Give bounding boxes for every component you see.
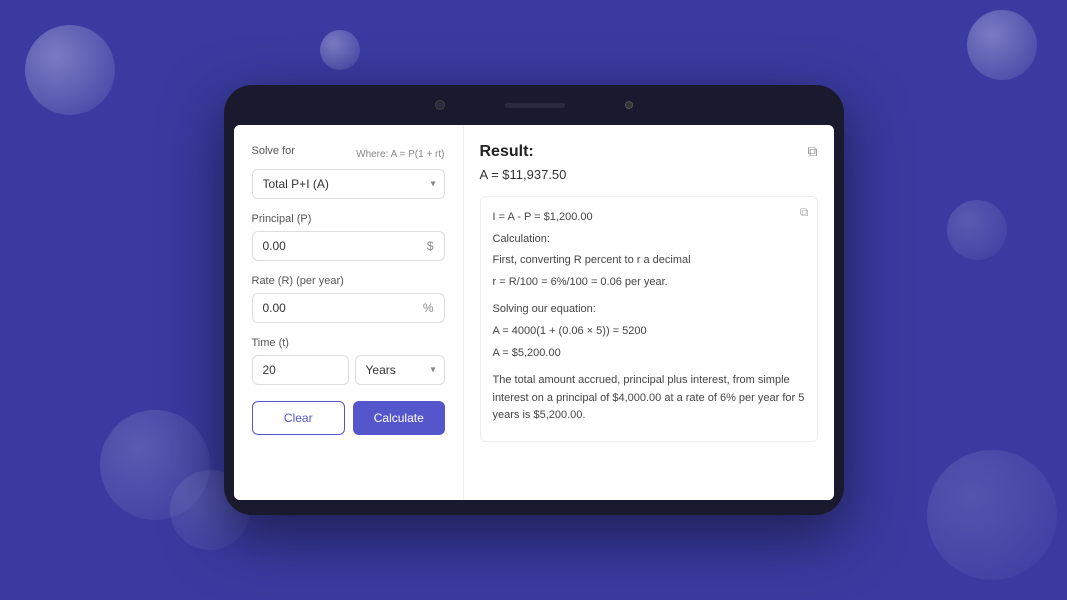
interest-line: I = A - P = $1,200.00 <box>493 209 805 227</box>
solve-for-formula: Where: A = P(1 + rt) <box>356 149 444 160</box>
tablet-speaker <box>505 103 565 108</box>
result-summary: The total amount accrued, principal plus… <box>493 372 805 425</box>
button-row: Clear Calculate <box>252 401 445 435</box>
tablet-frame: Solve for Where: A = P(1 + rt) Total P+I… <box>224 85 844 515</box>
result-copy-button[interactable]: ⧉ <box>808 143 818 160</box>
principal-label: Principal (P) <box>252 213 445 225</box>
result-detail-box: ⧉ I = A - P = $1,200.00 Calculation: Fir… <box>480 196 818 442</box>
calculator-panel: Solve for Where: A = P(1 + rt) Total P+I… <box>234 125 464 500</box>
background-bubble-2 <box>320 30 360 70</box>
solving-label: Solving our equation: <box>493 301 805 319</box>
detail-step2: r = R/100 = 6%/100 = 0.06 per year. <box>493 274 805 292</box>
principal-input[interactable] <box>253 232 444 260</box>
tablet-top-bar <box>224 85 844 125</box>
clear-button[interactable]: Clear <box>252 401 346 435</box>
rate-input[interactable] <box>253 294 444 322</box>
rate-suffix: % <box>423 301 434 315</box>
rate-input-wrapper: % <box>252 293 445 323</box>
background-bubble-8 <box>947 200 1007 260</box>
principal-suffix: $ <box>427 239 434 253</box>
detail-step1: First, converting R percent to r a decim… <box>493 252 805 270</box>
time-group: Time (t) Years Months Days ▾ <box>252 337 445 385</box>
detail-step4: A = $5,200.00 <box>493 345 805 363</box>
solve-for-group: Solve for Where: A = P(1 + rt) Total P+I… <box>252 145 445 199</box>
calculate-button[interactable]: Calculate <box>353 401 445 435</box>
time-unit-select-wrapper[interactable]: Years Months Days ▾ <box>355 355 445 385</box>
detail-copy-button[interactable]: ⧉ <box>800 205 809 220</box>
detail-step3: A = 4000(1 + (0.06 × 5)) = 5200 <box>493 323 805 341</box>
rate-label: Rate (R) (per year) <box>252 275 445 287</box>
time-input-wrapper <box>252 355 349 385</box>
result-detail-text: I = A - P = $1,200.00 Calculation: First… <box>493 209 805 425</box>
solve-for-select[interactable]: Total P+I (A) Principal (P) Rate (R) Tim… <box>253 170 444 198</box>
solve-for-label: Solve for <box>252 145 295 157</box>
tablet-camera-left <box>435 100 445 110</box>
tablet-camera-right <box>625 101 633 109</box>
principal-input-wrapper: $ <box>252 231 445 261</box>
background-bubble-7 <box>927 450 1057 580</box>
rate-group: Rate (R) (per year) % <box>252 275 445 323</box>
time-input[interactable] <box>253 356 348 384</box>
time-unit-select[interactable]: Years Months Days <box>356 356 444 384</box>
result-header: Result: ⧉ <box>480 143 818 161</box>
principal-group: Principal (P) $ <box>252 213 445 261</box>
background-bubble-3 <box>967 10 1037 80</box>
solve-for-select-wrapper[interactable]: Total P+I (A) Principal (P) Rate (R) Tim… <box>252 169 445 199</box>
time-row: Years Months Days ▾ <box>252 355 445 385</box>
calc-label: Calculation: <box>493 231 805 249</box>
background-bubble-1 <box>25 25 115 115</box>
tablet-content: Solve for Where: A = P(1 + rt) Total P+I… <box>234 125 834 500</box>
time-label: Time (t) <box>252 337 445 349</box>
result-panel: Result: ⧉ A = $11,937.50 ⧉ I = A - P = $… <box>464 125 834 500</box>
result-title: Result: <box>480 143 534 161</box>
result-value: A = $11,937.50 <box>480 167 818 182</box>
